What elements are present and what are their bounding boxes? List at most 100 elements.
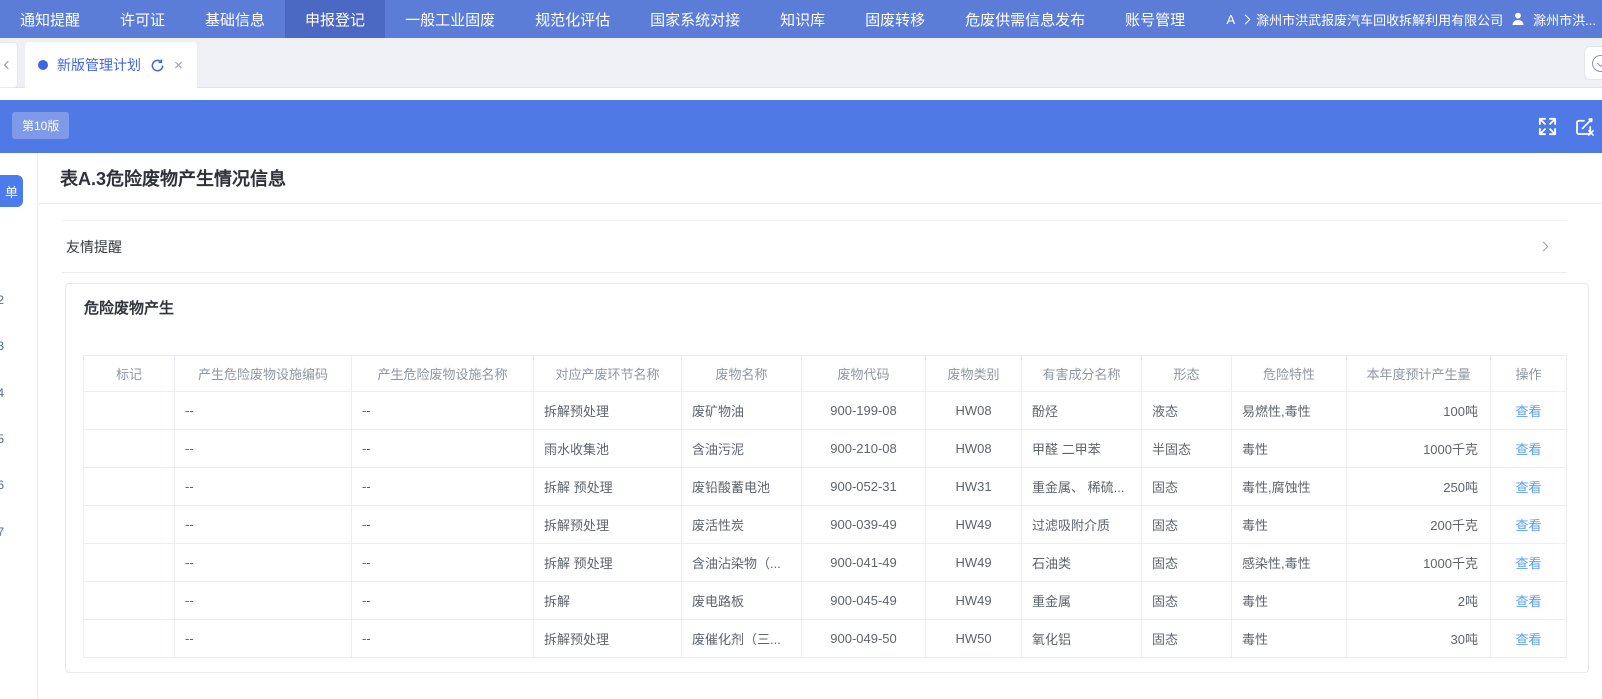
nav-item-11[interactable]: 账号管理 (1105, 0, 1205, 38)
table-cell: 重金属、 稀硫... (1022, 468, 1142, 506)
view-link[interactable]: 查看 (1515, 480, 1541, 495)
section-title: 危险废物产生 (84, 297, 174, 318)
table-cell: 固态 (1142, 544, 1232, 582)
table-cell: 900-045-49 (802, 582, 926, 620)
table-cell: -- (352, 468, 534, 506)
table-cell: 固态 (1142, 620, 1232, 658)
sidebar-fragment: 3 (0, 339, 4, 353)
view-link[interactable]: 查看 (1515, 404, 1541, 419)
breadcrumb-prefix: A (1226, 12, 1235, 27)
nav-item-4[interactable]: 申报登记 (285, 0, 385, 38)
nav-item-7[interactable]: 国家系统对接 (630, 0, 760, 38)
app-window: 通知提醒许可证基础信息申报登记一般工业固废规范化评估国家系统对接知识库固废转移危… (0, 0, 1602, 699)
table-cell: -- (175, 392, 352, 430)
user-name[interactable]: 滁州市洪... (1533, 10, 1596, 29)
table-cell: 拆解预处理 (534, 506, 682, 544)
table-cell: 拆解预处理 (534, 620, 682, 658)
nav-item-2[interactable]: 许可证 (100, 0, 185, 38)
table-cell: 毒性 (1232, 620, 1347, 658)
view-link[interactable]: 查看 (1515, 632, 1541, 647)
nav-item-9[interactable]: 固废转移 (845, 0, 945, 38)
table-cell: HW49 (926, 506, 1022, 544)
table-cell: 1000千克 (1347, 430, 1491, 468)
column-header-7: 废物类别 (926, 356, 1022, 392)
table-cell: 废活性炭 (682, 506, 802, 544)
table-cell: 固态 (1142, 468, 1232, 506)
table-cell: 含油沾染物（... (682, 544, 802, 582)
fullscreen-icon[interactable] (1536, 115, 1559, 138)
table-cell: 固态 (1142, 582, 1232, 620)
column-header-11: 本年度预计产生量 (1347, 356, 1491, 392)
tab-bar: 新版管理计划 × (0, 38, 1602, 88)
table-cell: 拆解 (534, 582, 682, 620)
view-link[interactable]: 查看 (1515, 556, 1541, 571)
navbar-right: A 滁州市洪武报废汽车回收拆解利用有限公司 滁州市洪... (1226, 0, 1602, 38)
page-title: 表A.3危险废物产生情况信息 (60, 165, 286, 191)
table-cell (84, 620, 175, 658)
nav-item-3[interactable]: 基础信息 (185, 0, 285, 38)
view-link[interactable]: 查看 (1515, 442, 1541, 457)
table-cell: 废矿物油 (682, 392, 802, 430)
waste-table: 标记产生危险废物设施编码产生危险废物设施名称对应产废环节名称废物名称废物代码废物… (83, 355, 1567, 658)
table-cell: 毒性 (1232, 506, 1347, 544)
table-cell: 液态 (1142, 392, 1232, 430)
nav-item-5[interactable]: 一般工业固废 (385, 0, 515, 38)
version-banner: 第10版 (0, 100, 1602, 153)
table-row: ----拆解预处理废活性炭900-039-49HW49过滤吸附介质固态毒性200… (84, 506, 1567, 544)
column-header-10: 危险特性 (1232, 356, 1347, 392)
table-cell (84, 544, 175, 582)
column-header-9: 形态 (1142, 356, 1232, 392)
reminder-panel-header[interactable]: 友情提醒 (66, 237, 122, 257)
view-link[interactable]: 查看 (1515, 518, 1541, 533)
table-cell: 30吨 (1347, 620, 1491, 658)
menu-expand-tab[interactable]: 单 (0, 175, 23, 207)
table-cell: HW08 (926, 430, 1022, 468)
table-cell: 石油类 (1022, 544, 1142, 582)
table-row: ----拆解废电路板900-045-49HW49重金属固态毒性2吨查看 (84, 582, 1567, 620)
tab-scroll-left-button[interactable] (0, 42, 18, 88)
tab-close-icon[interactable]: × (174, 58, 183, 73)
table-cell: 甲醛 二甲苯 (1022, 430, 1142, 468)
table-cell: 2吨 (1347, 582, 1491, 620)
user-icon (1510, 11, 1526, 27)
nav-item-6[interactable]: 规范化评估 (515, 0, 630, 38)
sidebar-fragment: 2 (0, 293, 4, 307)
table-cell (84, 468, 175, 506)
table-cell-action: 查看 (1491, 468, 1567, 506)
version-badge: 第10版 (12, 112, 69, 139)
table-row: ----拆解 预处理废铅酸蓄电池900-052-31HW31重金属、 稀硫...… (84, 468, 1567, 506)
column-header-8: 有害成分名称 (1022, 356, 1142, 392)
table-cell: HW49 (926, 544, 1022, 582)
breadcrumb-chevron-icon (1241, 14, 1251, 24)
table-cell: 900-039-49 (802, 506, 926, 544)
table-cell: 1000千克 (1347, 544, 1491, 582)
table-cell (84, 506, 175, 544)
table-cell: 易燃性,毒性 (1232, 392, 1347, 430)
tab-label: 新版管理计划 (57, 55, 141, 75)
nav-item-10[interactable]: 危废供需信息发布 (945, 0, 1105, 38)
table-cell: -- (175, 430, 352, 468)
nav-item-1[interactable]: 通知提醒 (0, 0, 100, 38)
column-header-1: 标记 (84, 356, 175, 392)
table-cell-action: 查看 (1491, 392, 1567, 430)
nav-item-8[interactable]: 知识库 (760, 0, 845, 38)
table-cell: -- (175, 468, 352, 506)
sidebar-fragment: 4 (0, 386, 4, 400)
table-cell: 过滤吸附介质 (1022, 506, 1142, 544)
sidebar-fragment: 6 (0, 478, 4, 492)
table-cell-action: 查看 (1491, 544, 1567, 582)
view-link[interactable]: 查看 (1515, 594, 1541, 609)
tab-refresh-icon[interactable] (150, 58, 165, 73)
table-cell: 雨水收集池 (534, 430, 682, 468)
table-cell: 900-210-08 (802, 430, 926, 468)
sidebar-fragment: 5 (0, 432, 4, 446)
tab-management-plan[interactable]: 新版管理计划 × (25, 42, 197, 88)
edit-cancel-icon[interactable] (1573, 115, 1596, 138)
table-cell: 100吨 (1347, 392, 1491, 430)
tab-options-button[interactable] (1584, 46, 1602, 80)
table-cell: 毒性,腐蚀性 (1232, 468, 1347, 506)
reminder-expand-chevron-icon[interactable] (1539, 242, 1549, 252)
table-cell: 900-199-08 (802, 392, 926, 430)
sidebar-fragment: 7 (0, 525, 4, 539)
column-header-4: 对应产废环节名称 (534, 356, 682, 392)
